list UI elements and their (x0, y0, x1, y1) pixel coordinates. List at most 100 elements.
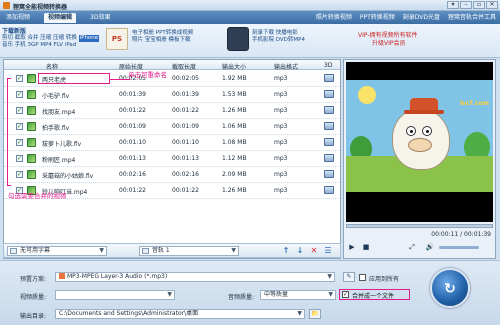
play-icon[interactable]: ▶ (347, 242, 357, 252)
file-original-length: 00:01:13 (119, 155, 146, 162)
iphone-badge[interactable]: iPhone (78, 35, 100, 42)
tab-add-video[interactable]: 添加视频 (2, 13, 34, 23)
list-icon[interactable]: ☰ (323, 246, 333, 256)
preset-select[interactable]: MP3-MPEG Layer-3 Audio (*.mp3) ▼ (55, 272, 335, 282)
column-output-size[interactable]: 输出大小 (222, 62, 246, 71)
format-link[interactable]: FLV (54, 42, 63, 48)
file-row[interactable]: ✓ 找朋友.mp4 00:01:22 00:01:22 1.26 MB mp3 (4, 103, 340, 119)
link-burn-dvd[interactable]: 刻录DVD光盘 (403, 13, 440, 23)
stop-icon[interactable]: ■ (361, 242, 371, 252)
format-link[interactable]: 手机 (15, 42, 26, 48)
file-name[interactable]: 粉刷匠.mp4 (42, 155, 75, 164)
minimize-icon[interactable]: – (460, 1, 472, 9)
video-preview[interactable]: hu7.com (346, 62, 493, 222)
promo-photo-album-text[interactable]: 电子相册 PPT转换成视频 照片 宝宝相册 模板下载 (132, 30, 193, 44)
file-row[interactable]: ✓ 拔萝卜儿歌.flv 00:01:10 00:01:10 1.08 MB mp… (4, 135, 340, 151)
3d-settings-icon[interactable] (324, 106, 334, 114)
chevron-down-icon: ▼ (99, 247, 104, 254)
3d-settings-icon[interactable] (324, 90, 334, 98)
file-output-format: mp3 (274, 187, 288, 194)
convert-button[interactable]: ↻ (430, 268, 470, 308)
volume-icon[interactable]: 🔊 (425, 242, 435, 252)
apply-all-checkbox[interactable] (359, 274, 366, 281)
close-icon[interactable]: ✕ (486, 1, 498, 9)
delete-icon[interactable]: ✕ (309, 246, 319, 256)
format-link[interactable]: MP4 (40, 42, 52, 48)
3d-settings-icon[interactable] (324, 186, 334, 194)
file-row[interactable]: ✓ 小毛驴.flv 00:01:39 00:01:39 1.53 MB mp3 (4, 87, 340, 103)
browse-folder-button[interactable]: 📁 (309, 309, 321, 319)
column-3d[interactable]: 3D (324, 62, 332, 69)
seek-bar[interactable] (346, 224, 493, 228)
3d-settings-icon[interactable] (324, 170, 334, 178)
move-up-icon[interactable]: ↑ (281, 246, 291, 256)
column-name[interactable]: 名称 (46, 62, 58, 71)
merge-into-one-file-label: 合并成一个文件 (352, 293, 395, 300)
file-name[interactable]: 找朋友.mp4 (42, 107, 75, 116)
file-checkbox[interactable]: ✓ (16, 123, 23, 130)
output-dir-field[interactable]: C:\Documents and Settings\Administrator\… (55, 309, 305, 319)
file-name[interactable]: 采蘑菇的小姑娘.flv (42, 171, 93, 180)
link-track-merge-tool[interactable]: 狸窝音轨合并工具 (448, 13, 496, 23)
format-link[interactable]: 合并 (28, 35, 39, 41)
3d-settings-icon[interactable] (324, 154, 334, 162)
audio-track-select[interactable]: 音轨 1 ▼ (139, 246, 239, 256)
merge-into-one-file-checkbox[interactable]: ✓ (342, 291, 349, 298)
file-checkbox[interactable]: ✓ (16, 107, 23, 114)
maximize-icon[interactable]: ▫ (473, 1, 485, 9)
preset-settings-button[interactable]: ✎ (343, 272, 355, 282)
link-ppt-to-video[interactable]: PPT转换视频 (360, 13, 395, 23)
column-clip-length[interactable]: 截取长度 (172, 62, 196, 71)
subtitle-select[interactable]: 无可用字幕 ▼ (7, 246, 107, 256)
file-name[interactable]: 拔萝卜儿歌.flv (42, 139, 81, 148)
file-name[interactable]: 小毛驴.flv (42, 91, 69, 100)
file-row[interactable]: ✓ 拍手歌.flv 00:01:09 00:01:09 1.06 MB mp3 (4, 119, 340, 135)
3d-settings-icon[interactable] (324, 138, 334, 146)
promo-line: 刻录下载 快播电影 (252, 30, 298, 36)
file-clip-length: 00:01:22 (172, 107, 199, 114)
audio-quality-label: 音频质量: (228, 294, 255, 301)
file-checkbox[interactable]: ✓ (16, 139, 23, 146)
format-link[interactable]: iPad (65, 42, 76, 48)
menu-icon[interactable]: ▾ (447, 1, 459, 9)
file-checkbox[interactable]: ✓ (16, 171, 23, 178)
file-output-size: 2.09 MB (222, 171, 247, 178)
format-link[interactable]: 3GP (28, 42, 39, 48)
file-checkbox[interactable]: ✓ (16, 75, 23, 82)
video-quality-select[interactable]: ▼ (55, 290, 175, 300)
file-row[interactable]: ✓ 两只老虎 00:02:05 00:02:05 1.92 MB mp3 (4, 71, 340, 87)
audio-quality-select[interactable]: 中等质量 ▼ (260, 290, 336, 300)
move-down-icon[interactable]: ↓ (295, 246, 305, 256)
format-link[interactable]: 剪切 (2, 35, 13, 41)
format-link[interactable]: 截取 (15, 35, 26, 41)
output-settings: 预置方案: MP3-MPEG Layer-3 Audio (*.mp3) ▼ ✎… (0, 260, 500, 325)
file-name[interactable]: 拍手歌.flv (42, 123, 69, 132)
video-quality-label: 视频质量: (20, 294, 47, 301)
file-icon (27, 138, 36, 147)
file-name[interactable]: 两只老虎 (42, 75, 66, 84)
promo-movie-text[interactable]: 刻录下载 快播电影 手机影院 DVD转MP4 (252, 30, 305, 44)
phone-icon[interactable] (227, 27, 249, 51)
format-link[interactable]: 压缩 (53, 35, 64, 41)
link-photo-to-video[interactable]: 照片转换视频 (316, 13, 352, 23)
file-row[interactable]: ✓ 粉刷匠.mp4 00:01:13 00:01:13 1.12 MB mp3 (4, 151, 340, 167)
format-link[interactable]: 转换 (66, 35, 77, 41)
vip-upgrade-link[interactable]: VIP-拥有视频所有软件 升级VIP会员 (358, 32, 418, 48)
file-row[interactable]: ✓ 采蘑菇的小姑娘.flv 00:02:16 00:02:16 2.09 MB … (4, 167, 340, 183)
tab-3d-effect[interactable]: 3D效果 (86, 13, 114, 23)
volume-slider[interactable] (439, 246, 479, 249)
format-link[interactable]: 音乐 (2, 42, 13, 48)
photoshop-promo-icon[interactable]: PS (106, 28, 128, 50)
download-new-version-link[interactable]: 下载新版 (2, 26, 26, 35)
tab-video-edit[interactable]: 视频编辑 (44, 13, 77, 23)
app-title: 狸窝全能视频转换器 (13, 4, 68, 11)
3d-settings-icon[interactable] (324, 122, 334, 130)
apply-all-label: 应用到所有 (369, 276, 400, 283)
file-clip-length: 00:01:10 (172, 139, 199, 146)
column-output-format[interactable]: 输出格式 (274, 62, 298, 71)
file-checkbox[interactable]: ✓ (16, 91, 23, 98)
format-link[interactable]: 压缩 (40, 35, 51, 41)
3d-settings-icon[interactable] (324, 74, 334, 82)
fullscreen-icon[interactable]: ⤢ (407, 242, 417, 252)
file-checkbox[interactable]: ✓ (16, 155, 23, 162)
